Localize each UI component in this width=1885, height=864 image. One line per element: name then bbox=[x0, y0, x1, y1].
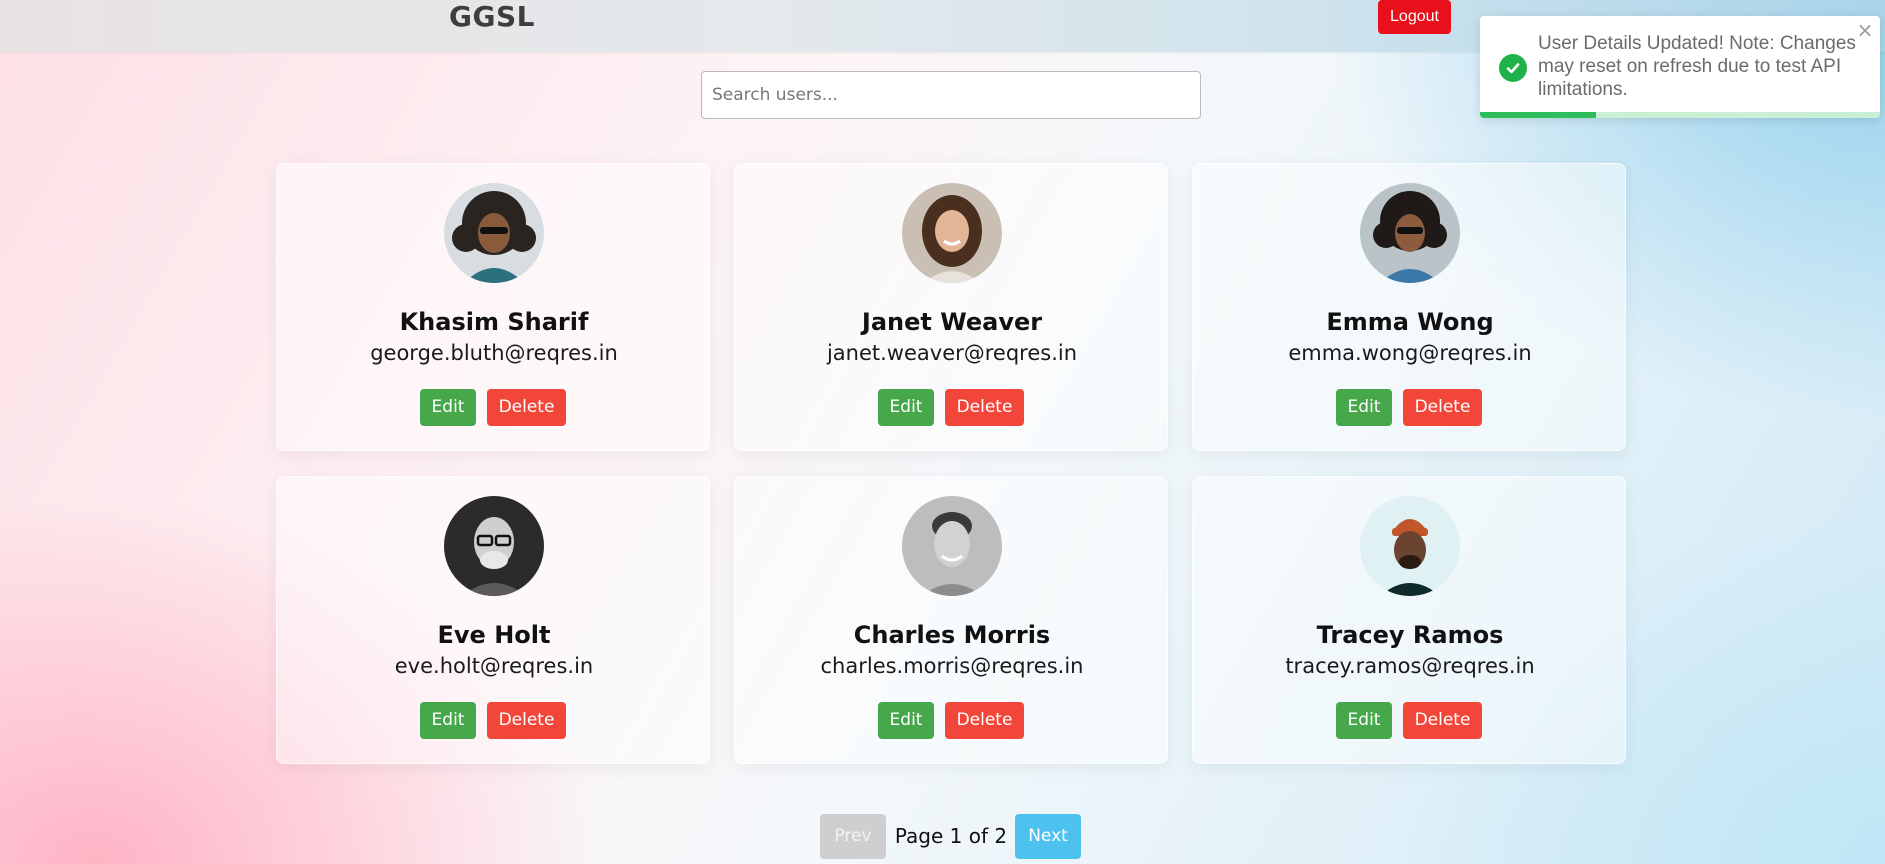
user-name: Emma Wong bbox=[1326, 308, 1494, 336]
delete-button[interactable]: Delete bbox=[487, 702, 566, 739]
user-avatar bbox=[1360, 183, 1460, 283]
check-circle-icon bbox=[1499, 54, 1527, 82]
page-indicator: Page 1 of 2 bbox=[894, 824, 1008, 848]
user-email: janet.weaver@reqres.in bbox=[826, 341, 1078, 365]
user-email: george.bluth@reqres.in bbox=[370, 341, 618, 365]
toast-message: User Details Updated! Note: Changes may … bbox=[1538, 33, 1856, 100]
close-icon[interactable]: × bbox=[1855, 20, 1875, 40]
delete-button[interactable]: Delete bbox=[1403, 702, 1482, 739]
next-page-button[interactable]: Next bbox=[1015, 814, 1081, 859]
edit-button[interactable]: Edit bbox=[420, 389, 476, 426]
user-avatar bbox=[444, 183, 544, 283]
user-email: emma.wong@reqres.in bbox=[1288, 341, 1532, 365]
toast-progress-track bbox=[1480, 112, 1880, 118]
delete-button[interactable]: Delete bbox=[1403, 389, 1482, 426]
edit-button[interactable]: Edit bbox=[1336, 702, 1392, 739]
user-avatar bbox=[902, 496, 1002, 596]
user-card: Eve Holt eve.holt@reqres.in Edit Delete bbox=[276, 476, 710, 764]
user-card: Emma Wong emma.wong@reqres.in Edit Delet… bbox=[1192, 163, 1626, 451]
brand-logo-text: GGSL bbox=[449, 0, 535, 33]
edit-button[interactable]: Edit bbox=[420, 702, 476, 739]
user-card: Charles Morris charles.morris@reqres.in … bbox=[734, 476, 1168, 764]
delete-button[interactable]: Delete bbox=[945, 389, 1024, 426]
user-avatar bbox=[902, 183, 1002, 283]
search-input[interactable] bbox=[701, 71, 1201, 119]
toast-progress-bar bbox=[1480, 112, 1596, 118]
user-name: Charles Morris bbox=[853, 621, 1051, 649]
prev-page-button[interactable]: Prev bbox=[820, 814, 886, 859]
user-email: tracey.ramos@reqres.in bbox=[1285, 654, 1535, 678]
edit-button[interactable]: Edit bbox=[878, 389, 934, 426]
user-email: charles.morris@reqres.in bbox=[820, 654, 1084, 678]
user-name: Eve Holt bbox=[437, 621, 551, 649]
user-card: Tracey Ramos tracey.ramos@reqres.in Edit… bbox=[1192, 476, 1626, 764]
edit-button[interactable]: Edit bbox=[878, 702, 934, 739]
user-email: eve.holt@reqres.in bbox=[394, 654, 594, 678]
user-name: Janet Weaver bbox=[861, 308, 1043, 336]
edit-button[interactable]: Edit bbox=[1336, 389, 1392, 426]
user-avatar bbox=[444, 496, 544, 596]
user-card: Janet Weaver janet.weaver@reqres.in Edit… bbox=[734, 163, 1168, 451]
user-name: Tracey Ramos bbox=[1316, 621, 1504, 649]
logout-button[interactable]: Logout bbox=[1378, 0, 1451, 34]
delete-button[interactable]: Delete bbox=[945, 702, 1024, 739]
user-name: Khasim Sharif bbox=[399, 308, 589, 336]
user-card: Khasim Sharif george.bluth@reqres.in Edi… bbox=[276, 163, 710, 451]
success-toast: User Details Updated! Note: Changes may … bbox=[1480, 16, 1880, 118]
delete-button[interactable]: Delete bbox=[487, 389, 566, 426]
user-avatar bbox=[1360, 496, 1460, 596]
